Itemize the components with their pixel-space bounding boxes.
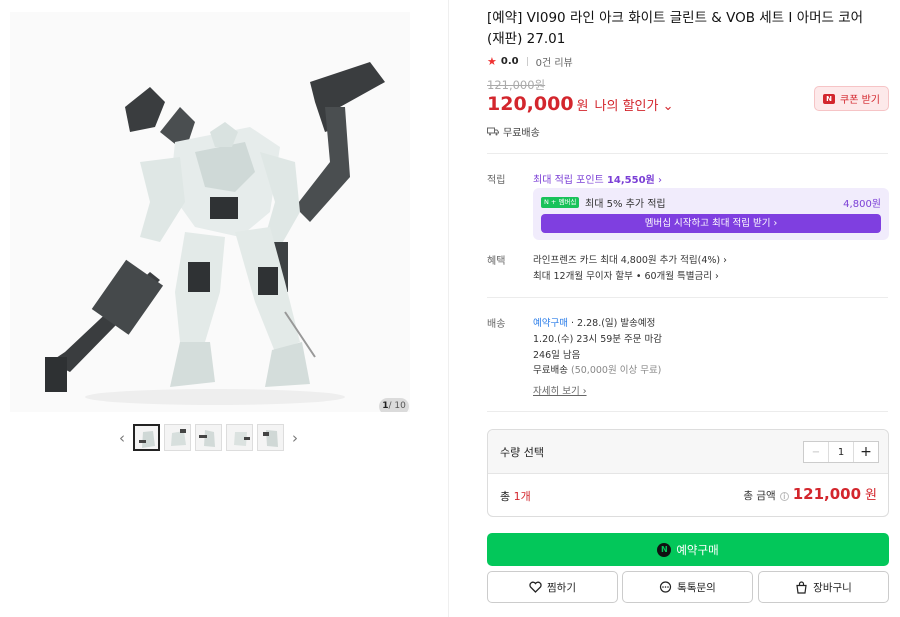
quantity-header: 수량 선택 − 1 + xyxy=(488,430,888,474)
talk-label: 톡톡문의 xyxy=(677,581,716,594)
quantity-value[interactable]: 1 xyxy=(829,442,853,462)
thumbnail-4[interactable] xyxy=(226,424,253,451)
cart-button[interactable]: 장바구니 xyxy=(758,571,889,603)
chevron-left-icon[interactable]: ‹ xyxy=(115,429,129,447)
coupon-icon: N xyxy=(823,93,835,104)
wishlist-button[interactable]: 찜하기 xyxy=(487,571,618,603)
heart-icon xyxy=(529,581,542,593)
naver-pay-icon: N xyxy=(657,542,672,557)
product-title: [예약] VI090 라인 아크 화이트 글린트 & VOB 세트 I 아머드 … xyxy=(487,10,864,47)
quantity-title: 수량 선택 xyxy=(500,446,544,459)
preorder-buy-button[interactable]: N 예약구매 xyxy=(487,533,889,566)
coupon-button[interactable]: N 쿠폰 받기 xyxy=(814,86,889,111)
membership-extra-amount: 4,800원 xyxy=(843,199,881,210)
total-price-value: 121,000 xyxy=(792,485,862,503)
column-divider xyxy=(448,0,449,617)
total-count-value: 1개 xyxy=(513,490,531,503)
cart-label: 장바구니 xyxy=(813,581,852,594)
days-left: 246일 남음 xyxy=(533,350,581,361)
thumbnail-1[interactable] xyxy=(133,424,160,451)
free-shipping: 무료배송 xyxy=(533,365,568,376)
wishlist-label: 찜하기 xyxy=(547,581,576,594)
price-value: 120,000 xyxy=(487,93,574,115)
divider xyxy=(487,153,888,154)
membership-extra-pct: 최대 5% 추가 적립 xyxy=(585,199,666,210)
divider xyxy=(487,411,888,412)
coupon-label: 쿠폰 받기 xyxy=(840,95,880,106)
delivery-label: 배송 xyxy=(487,319,506,330)
image-pager: 1/ 10 xyxy=(379,398,409,412)
thumbnail-2[interactable] xyxy=(164,424,191,451)
total-price: 총 금액 i 121,000 원 xyxy=(743,484,877,503)
price-unit: 원 xyxy=(576,99,589,114)
quantity-minus-button[interactable]: − xyxy=(804,442,829,462)
my-discount-toggle[interactable]: 나의 할인가 ⌄ xyxy=(595,95,674,114)
delivery-detail-link[interactable]: 자세히 보기 › xyxy=(533,383,587,397)
membership-start-button[interactable]: 멤버십 시작하고 최대 적립 받기 › xyxy=(541,214,881,233)
pager-total: / 10 xyxy=(388,401,406,411)
total-prefix: 총 xyxy=(500,490,511,503)
mecha-figure-image xyxy=(10,12,410,412)
star-icon: ★ xyxy=(487,55,497,68)
original-price: 121,000원 xyxy=(487,78,546,92)
rating-score: 0.0 xyxy=(500,56,519,67)
benefits-label: 혜택 xyxy=(487,256,506,267)
order-deadline: 1.20.(수) 23시 59분 주문 마감 xyxy=(533,334,663,345)
talk-inquiry-button[interactable]: 톡톡문의 xyxy=(622,571,753,603)
free-shipping-line: 무료배송 (50,000원 이상 무료) xyxy=(533,362,661,376)
max-points-link[interactable]: 최대 적립 포인트 14,550원 › xyxy=(533,171,662,186)
max-points-text: 최대 적립 포인트 xyxy=(533,175,604,186)
ship-date: · 2.28.(일) 발송예정 xyxy=(571,318,656,329)
chat-bubble-icon xyxy=(660,581,672,593)
membership-badge: N + 멤버십 xyxy=(541,197,580,208)
points-label: 적립 xyxy=(487,175,506,186)
truck-icon xyxy=(487,127,499,136)
thumbnail-strip: ‹ › xyxy=(115,424,302,451)
thumbnail-5[interactable] xyxy=(257,424,284,451)
card-benefit-link[interactable]: 라인프렌즈 카드 최대 4,800원 추가 적립(4%) › xyxy=(533,252,727,266)
free-shipping-condition: (50,000원 이상 무료) xyxy=(571,365,662,376)
shipping-label: 무료배송 xyxy=(503,128,540,139)
total-price-label: 총 금액 xyxy=(743,490,776,502)
thumbnail-3[interactable] xyxy=(195,424,222,451)
total-price-unit: 원 xyxy=(865,488,877,503)
rating-summary: ★ 0.0 0건 리뷰 xyxy=(487,54,573,69)
divider xyxy=(487,297,888,298)
max-points-value: 14,550원 xyxy=(606,175,655,186)
delivery-line1: 예약구매 · 2.28.(일) 발송예정 xyxy=(533,315,655,329)
chevron-right-icon[interactable]: › xyxy=(288,429,302,447)
info-icon[interactable]: i xyxy=(779,492,789,501)
quantity-plus-button[interactable]: + xyxy=(853,442,878,462)
buy-label: 예약구매 xyxy=(676,542,719,557)
total-count: 총 1개 xyxy=(500,488,531,504)
chevron-right-icon: › xyxy=(657,175,662,186)
preorder-type: 예약구매 xyxy=(533,318,568,329)
installment-benefit-link[interactable]: 최대 12개월 무이자 할부 • 60개월 특별금리 › xyxy=(533,268,719,282)
quantity-box: 수량 선택 − 1 + 총 1개 총 금액 i 121,000 원 xyxy=(487,429,889,517)
product-main-image[interactable]: 1/ 10 xyxy=(10,12,410,412)
quantity-stepper: − 1 + xyxy=(803,441,879,463)
rating-separator xyxy=(526,57,528,66)
review-count[interactable]: 0건 리뷰 xyxy=(536,54,573,69)
membership-box: N + 멤버십 최대 5% 추가 적립 4,800원 멤버십 시작하고 최대 적… xyxy=(533,188,889,240)
shopping-bag-icon xyxy=(796,580,807,594)
shipping-info: 무료배송 xyxy=(487,124,540,139)
sale-price: 120,000 원 나의 할인가 ⌄ xyxy=(487,93,673,115)
